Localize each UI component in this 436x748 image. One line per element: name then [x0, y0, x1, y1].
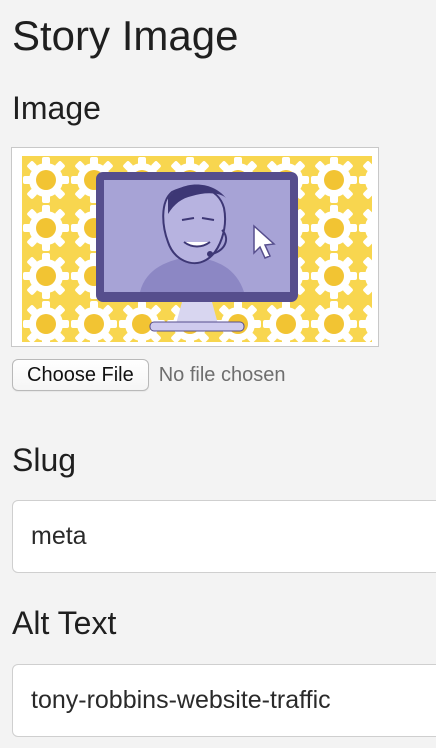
slug-input[interactable]	[12, 500, 436, 573]
file-status-text: No file chosen	[158, 363, 286, 386]
file-picker: Choose File No file chosen	[12, 359, 285, 391]
image-preview	[11, 147, 379, 347]
alt-text-input[interactable]	[12, 664, 436, 737]
choose-file-button[interactable]: Choose File	[12, 359, 149, 391]
alt-text-label: Alt Text	[12, 605, 117, 641]
page-title: Story Image	[12, 12, 239, 59]
slug-label: Slug	[12, 442, 77, 478]
image-label: Image	[12, 90, 101, 126]
presenter-monitor-illustration-icon	[22, 156, 372, 342]
